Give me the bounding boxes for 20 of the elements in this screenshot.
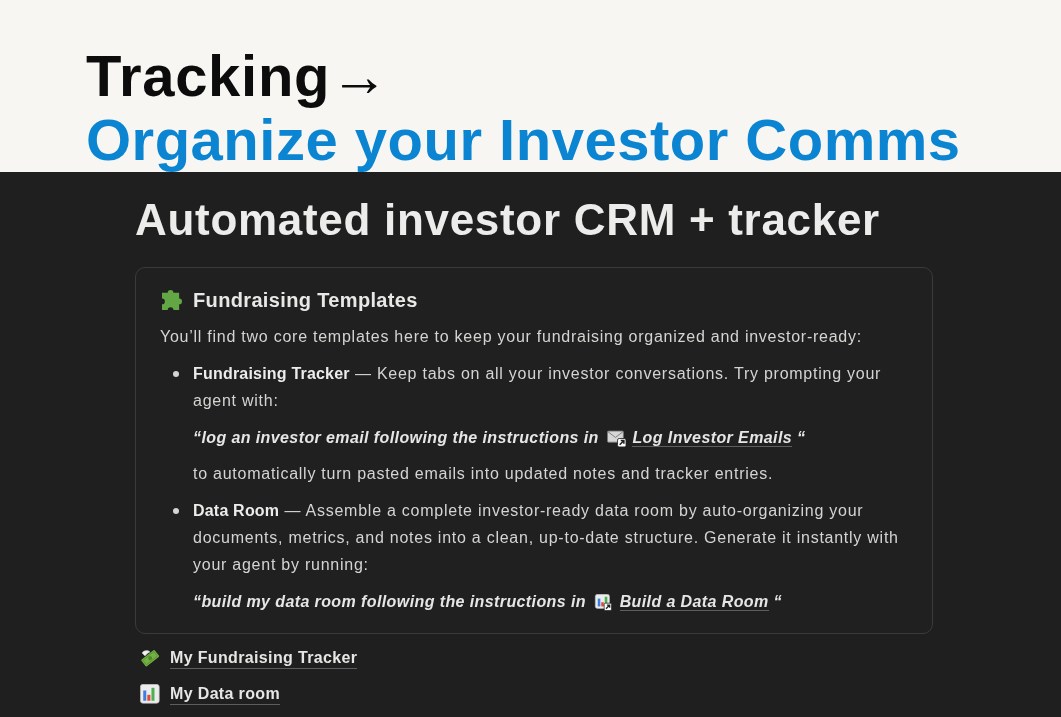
page-link[interactable]: Build a Data Room	[619, 593, 769, 611]
bullet-icon	[173, 507, 179, 514]
page-link[interactable]: My Data room	[170, 683, 280, 705]
section-heading: Tracking→	[86, 44, 389, 108]
prompt-text: “build my data room following the instructions in Build a Data Room “	[193, 592, 783, 613]
callout-title: Fundraising Templates	[193, 288, 418, 313]
intro-text: You’ll find two core templates here to keep your fundraising organized and investor-ready:	[160, 327, 863, 347]
puzzle-icon	[162, 290, 182, 310]
bar-chart-icon	[140, 684, 160, 704]
section-subheading: Organize your Investor Comms	[86, 108, 961, 172]
page-link[interactable]: My Fundraising Tracker	[170, 647, 358, 669]
bullet-text: Data Room — Assemble a complete investor-ready data room by auto-organizing your documents, metrics, and notes into a clean, up-to-date structure. Generate it instantly with your agent by running:	[193, 501, 900, 575]
bullet-icon	[173, 370, 179, 377]
page-title: Automated investor CRM + tracker	[135, 194, 880, 246]
bar-chart-icon	[593, 594, 613, 611]
prompt-text: “log an investor email following the instructions in Log Investor Emails “	[193, 428, 807, 449]
envelope-icon	[606, 430, 626, 447]
bullet-text: Fundraising Tracker — Keep tabs on all your investor conversations. Try prompting your agent with:	[193, 364, 883, 411]
note-text: to automatically turn pasted emails into updated notes and tracker entries.	[193, 464, 775, 484]
page-link[interactable]: Log Investor Emails	[632, 429, 793, 447]
